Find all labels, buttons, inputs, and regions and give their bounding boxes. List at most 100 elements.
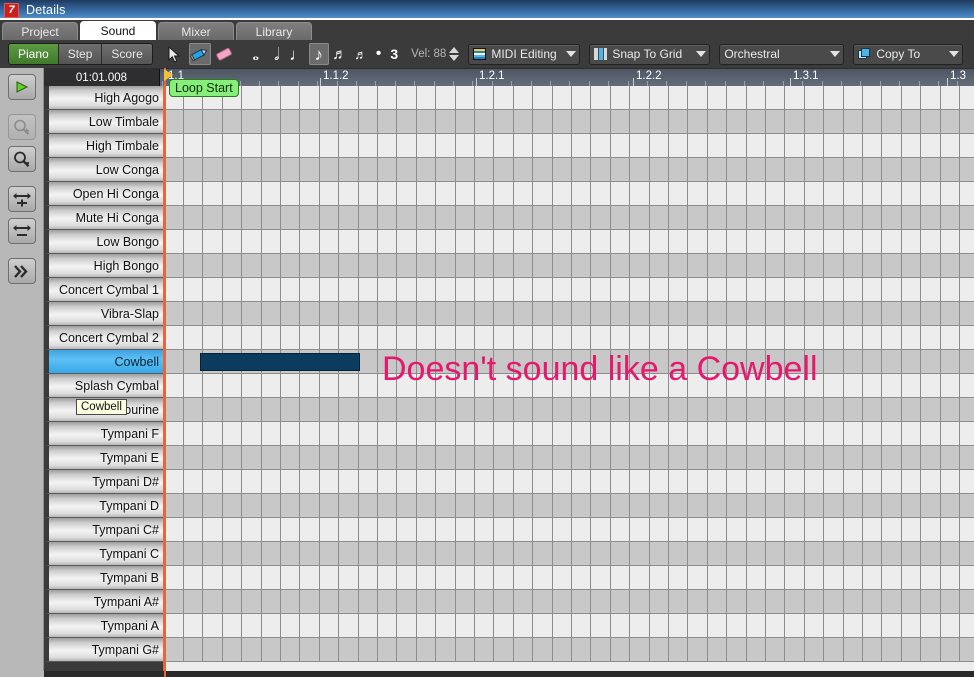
grid-row[interactable] [164,494,974,518]
grid-line [241,206,242,229]
grid-line [513,134,514,157]
zoom-in-button[interactable] [7,114,36,140]
grid-row[interactable] [164,638,974,662]
grid-line [746,470,747,493]
grid-row[interactable] [164,86,974,110]
grid-row[interactable] [164,254,974,278]
key-row[interactable]: Tympani D# [44,470,164,494]
key-row[interactable]: Tympani C [44,542,164,566]
key-row[interactable]: Concert Cymbal 1 [44,278,164,302]
grid-line [940,566,941,589]
grid-line [804,494,805,517]
expand-horizontal-button[interactable] [7,186,36,212]
grid-row[interactable] [164,542,974,566]
zoom-out-button[interactable] [7,146,36,172]
dotted-note-button[interactable]: • [376,45,382,63]
thirtysecond-note-icon[interactable]: ♬ [351,43,371,65]
key-row[interactable]: Mute Hi Conga [44,206,164,230]
tab-library[interactable]: Library [236,22,312,40]
grid-line [804,446,805,469]
key-row[interactable]: Tympani E [44,446,164,470]
key-row[interactable]: Tympani C# [44,518,164,542]
key-row[interactable]: Open Hi Conga [44,182,164,206]
grid-line [552,614,553,637]
key-row[interactable]: Low Conga [44,158,164,182]
instrument-set-dropdown[interactable]: Orchestral [719,43,845,65]
view-mode-step[interactable]: Step [58,44,103,64]
grid-line [881,110,882,133]
grid-row[interactable] [164,134,974,158]
key-row[interactable]: Tympani G# [44,638,164,662]
grid-row[interactable] [164,566,974,590]
grid-line [920,590,921,613]
quarter-note-icon[interactable]: ♩ [288,43,308,65]
grid-row[interactable] [164,470,974,494]
grid-row[interactable] [164,182,974,206]
key-row[interactable]: Low Bongo [44,230,164,254]
key-row[interactable]: Tympani B [44,566,164,590]
grid-row[interactable] [164,158,974,182]
half-note-icon[interactable]: 𝅗𝅥 [267,43,287,65]
triplet-button[interactable]: 3 [390,46,398,62]
eighth-note-icon[interactable]: ♪ [308,43,329,65]
key-row[interactable]: Tympani A [44,614,164,638]
grid-row[interactable] [164,278,974,302]
copy-to-dropdown[interactable]: Copy To [853,43,964,65]
key-row[interactable]: Low Timbale [44,110,164,134]
key-row[interactable]: High Timbale [44,134,164,158]
grid-line [552,326,553,349]
eraser-tool[interactable] [214,43,236,65]
grid-line [823,638,824,661]
sixteenth-note-icon[interactable]: ♬ [330,43,350,65]
tab-mixer[interactable]: Mixer [158,22,234,40]
whole-note-icon[interactable]: 𝅝 [246,43,266,65]
loop-start-marker[interactable]: Loop Start [169,79,239,97]
grid-row[interactable] [164,230,974,254]
key-row[interactable]: Tympani D [44,494,164,518]
grid-line [377,182,378,205]
velocity-stepper[interactable] [449,47,460,61]
view-mode-score[interactable]: Score [102,44,152,64]
grid-line [358,86,359,109]
key-row[interactable]: High Agogo [44,86,164,110]
key-row[interactable]: Tympani F [44,422,164,446]
key-label: Tympani G# [91,642,159,657]
more-options-button[interactable] [7,258,36,284]
grid-row[interactable] [164,326,974,350]
key-label: High Bongo [93,258,159,273]
key-row[interactable]: Tympani A# [44,590,164,614]
tab-project[interactable]: Project [2,22,78,40]
grid-row[interactable] [164,110,974,134]
key-row[interactable]: Concert Cymbal 2 [44,326,164,350]
grid-row[interactable] [164,446,974,470]
grid-row[interactable] [164,518,974,542]
pencil-tool[interactable] [188,43,211,65]
note-duration-group: 𝅝 𝅗𝅥 ♩ ♪ ♬ ♬ [245,43,371,65]
grid-row[interactable] [164,614,974,638]
midi-note[interactable] [200,353,360,371]
key-row[interactable]: High Bongo [44,254,164,278]
grid-row[interactable] [164,302,974,326]
grid-line [435,422,436,445]
grid-line [804,230,805,253]
pointer-tool[interactable] [164,43,186,65]
key-row[interactable]: Vibra-Slap [44,302,164,326]
grid-row[interactable] [164,398,974,422]
key-row[interactable]: Splash Cymbal [44,374,164,398]
grid-line [338,590,339,613]
key-row[interactable]: Cowbell [44,350,164,374]
grid-row[interactable] [164,206,974,230]
midi-editing-dropdown[interactable]: MIDI Editing [468,43,581,65]
grid-line [959,614,960,637]
grid-row[interactable] [164,422,974,446]
view-mode-piano[interactable]: Piano [9,44,59,64]
grid-line [513,302,514,325]
shrink-horizontal-button[interactable] [7,218,36,244]
tab-sound[interactable]: Sound [80,21,156,40]
grid-line [843,590,844,613]
grid-row[interactable] [164,590,974,614]
snap-to-grid-dropdown[interactable]: Snap To Grid [589,43,711,65]
grid-line [610,614,611,637]
play-button[interactable] [7,74,36,100]
grid-line [241,566,242,589]
